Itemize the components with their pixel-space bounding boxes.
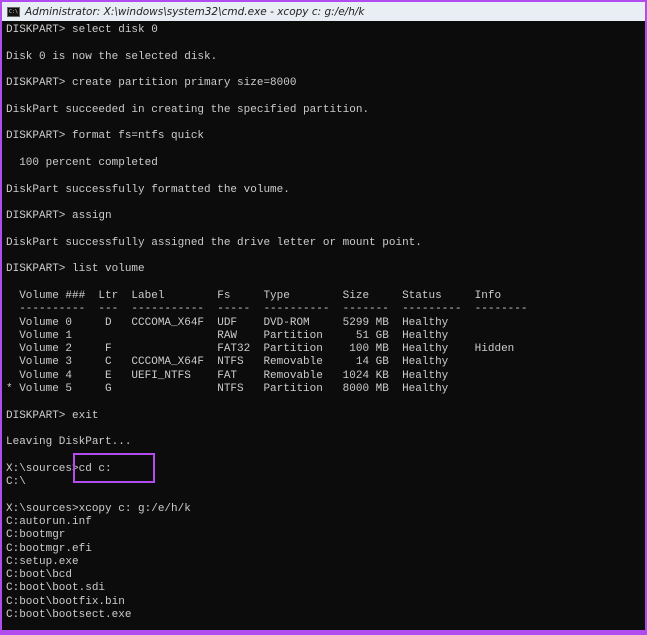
console-line: C:autorun.inf [6, 515, 92, 528]
console-line: C:boot\boot.sdi [6, 582, 106, 595]
console-line: DISKPART> exit [6, 409, 99, 422]
cmd-window: C:\ Administrator: X:\windows\system32\c… [2, 2, 645, 630]
console-line: DISKPART> format fs=ntfs quick [6, 130, 205, 143]
console-line: Volume 0 D CCCOMA_X64F UDF DVD-ROM 5299 … [6, 316, 449, 329]
console-line: C:setup.exe [6, 555, 79, 568]
title-bar[interactable]: C:\ Administrator: X:\windows\system32\c… [2, 2, 645, 21]
console-line: C:boot\bcd [6, 569, 73, 582]
console-line: DiskPart succeeded in creating the speci… [6, 103, 370, 116]
console-line: C:bootmgr.efi [6, 542, 92, 555]
console-line: C:boot\bootsect.exe [6, 609, 132, 622]
console-line: Disk 0 is now the selected disk. [6, 50, 218, 63]
console-line: 100 percent completed [6, 156, 158, 169]
console-line: DiskPart successfully assigned the drive… [6, 236, 422, 249]
console-output[interactable]: DISKPART> select disk 0 Disk 0 is now the… [6, 24, 645, 622]
console-line: Volume 1 RAW Partition 51 GB Healthy [6, 329, 449, 342]
highlight-box [73, 453, 155, 483]
console-line: Volume ### Ltr Label Fs Type Size Status… [6, 289, 502, 302]
console-line: Volume 3 C CCCOMA_X64F NTFS Removable 14… [6, 356, 449, 369]
console-line: DISKPART> select disk 0 [6, 24, 158, 36]
console-line: Volume 4 E UEFI_NTFS FAT Removable 1024 … [6, 369, 449, 382]
console-line: Leaving DiskPart... [6, 436, 132, 449]
console-line: DISKPART> list volume [6, 263, 145, 276]
console-line: X:\sources>xcopy c: g:/e/h/k [6, 502, 191, 515]
console-line: Volume 2 F FAT32 Partition 100 MB Health… [6, 343, 515, 356]
window-title: Administrator: X:\windows\system32\cmd.e… [25, 5, 365, 18]
cmd-icon: C:\ [7, 6, 20, 17]
console-line: DISKPART> assign [6, 210, 112, 223]
console-line: C:bootmgr [6, 529, 66, 542]
console-line: DISKPART> create partition primary size=… [6, 77, 297, 90]
console-line: ---------- --- ----------- ----- -------… [6, 303, 528, 316]
console-line: C:boot\bootfix.bin [6, 595, 125, 608]
console-line: DiskPart successfully formatted the volu… [6, 183, 290, 196]
console-line: * Volume 5 G NTFS Partition 8000 MB Heal… [6, 383, 449, 396]
